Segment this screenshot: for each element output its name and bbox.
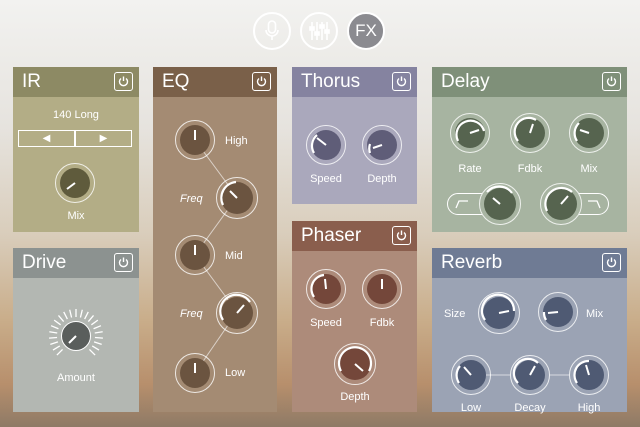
power-icon: [256, 76, 267, 87]
phaser-fdbk-knob[interactable]: [362, 269, 402, 309]
phaser-speed-knob[interactable]: [306, 269, 346, 309]
delay-power-button[interactable]: [602, 72, 621, 91]
drive-amount-knob[interactable]: [46, 306, 106, 366]
thorus-depth-knob[interactable]: [362, 125, 402, 165]
reverb-size-label: Size: [444, 308, 466, 320]
reverb-decay-label: Decay: [514, 402, 546, 414]
reverb-mix-label: Mix: [586, 308, 604, 320]
drive-panel: Drive Amount: [13, 248, 139, 412]
power-icon: [118, 257, 129, 268]
delay-panel: Delay Rate Fdbk Mix: [432, 67, 627, 232]
power-icon: [118, 76, 129, 87]
eq-high-label: High: [225, 135, 248, 147]
thorus-header: Thorus: [292, 67, 417, 97]
delay-header: Delay: [432, 67, 627, 97]
delay-lowcut-knob[interactable]: [479, 183, 521, 225]
fx-label: FX: [355, 21, 377, 40]
reverb-title: Reverb: [441, 252, 503, 273]
drive-power-button[interactable]: [114, 253, 133, 272]
eq-connector-lines: [194, 139, 238, 374]
delay-fdbk-knob[interactable]: [510, 113, 550, 153]
highcut-icon: [588, 200, 601, 209]
delay-mix-label: Mix: [580, 163, 598, 175]
reverb-power-button[interactable]: [602, 253, 621, 272]
delay-mix-knob[interactable]: [569, 113, 609, 153]
microphone-icon: [265, 20, 279, 40]
fx-button[interactable]: FX: [347, 12, 385, 50]
eq-freq2-label: Freq: [180, 308, 203, 320]
eq-header: EQ: [153, 67, 277, 97]
drive-header: Drive: [13, 248, 139, 278]
ir-title: IR: [22, 71, 41, 92]
delay-rate-knob[interactable]: [450, 113, 490, 153]
reverb-low-knob[interactable]: [451, 355, 491, 395]
reverb-header: Reverb: [432, 248, 627, 278]
phaser-title: Phaser: [301, 225, 362, 246]
reverb-mix-knob[interactable]: [538, 292, 578, 332]
eq-freq2-knob[interactable]: [216, 292, 258, 334]
delay-title: Delay: [441, 71, 490, 92]
delay-rate-label: Rate: [458, 163, 482, 175]
ir-mix-knob[interactable]: [55, 163, 95, 203]
microphone-button[interactable]: [253, 12, 291, 50]
eq-power-button[interactable]: [252, 72, 271, 91]
drive-amount-label: Amount: [57, 372, 95, 384]
power-icon: [396, 76, 407, 87]
ir-prev-button[interactable]: ◀: [18, 130, 75, 147]
ir-panel: IR 140 Long ◀ ▶ Mix: [13, 67, 139, 232]
eq-low-knob[interactable]: [175, 353, 215, 393]
phaser-depth-label: Depth: [340, 391, 370, 403]
delay-highcut-knob[interactable]: [540, 183, 582, 225]
phaser-depth-knob[interactable]: [334, 343, 376, 385]
eq-freq1-knob[interactable]: [216, 177, 258, 219]
reverb-high-knob[interactable]: [569, 355, 609, 395]
power-icon: [606, 257, 617, 268]
eq-high-knob[interactable]: [175, 120, 215, 160]
phaser-power-button[interactable]: [392, 226, 411, 245]
thorus-speed-label: Speed: [310, 173, 342, 185]
phaser-speed-label: Speed: [310, 317, 342, 329]
reverb-panel: Reverb Size Mix Low Decay High: [432, 248, 627, 414]
sliders-icon: [309, 22, 330, 40]
thorus-title: Thorus: [301, 71, 361, 92]
eq-low-label: Low: [225, 367, 246, 379]
thorus-speed-knob[interactable]: [306, 125, 346, 165]
ir-next-button[interactable]: ▶: [75, 130, 132, 147]
eq-freq1-label: Freq: [180, 193, 203, 205]
ir-mix-label: Mix: [67, 210, 85, 222]
eq-mid-label: Mid: [225, 250, 243, 262]
phaser-header: Phaser: [292, 221, 417, 251]
thorus-panel: Thorus Speed Depth: [292, 67, 417, 204]
thorus-depth-label: Depth: [367, 173, 397, 185]
ir-header: IR: [13, 67, 139, 97]
ir-power-button[interactable]: [114, 72, 133, 91]
mixer-button[interactable]: [300, 12, 338, 50]
phaser-panel: Phaser Speed Fdbk Depth: [292, 221, 417, 412]
reverb-high-label: High: [577, 402, 601, 414]
eq-panel: EQ High Freq Mid Freq Low: [153, 67, 277, 412]
lowcut-icon: [455, 200, 468, 209]
ir-preset-name: 140 Long: [53, 109, 99, 121]
eq-title: EQ: [162, 71, 190, 92]
phaser-fdbk-label: Fdbk: [369, 317, 395, 329]
reverb-decay-knob[interactable]: [510, 355, 550, 395]
delay-fdbk-label: Fdbk: [517, 163, 543, 175]
thorus-power-button[interactable]: [392, 72, 411, 91]
reverb-low-label: Low: [460, 402, 482, 414]
power-icon: [606, 76, 617, 87]
power-icon: [396, 230, 407, 241]
eq-mid-knob[interactable]: [175, 235, 215, 275]
reverb-size-knob[interactable]: [478, 292, 520, 334]
drive-title: Drive: [22, 252, 67, 273]
